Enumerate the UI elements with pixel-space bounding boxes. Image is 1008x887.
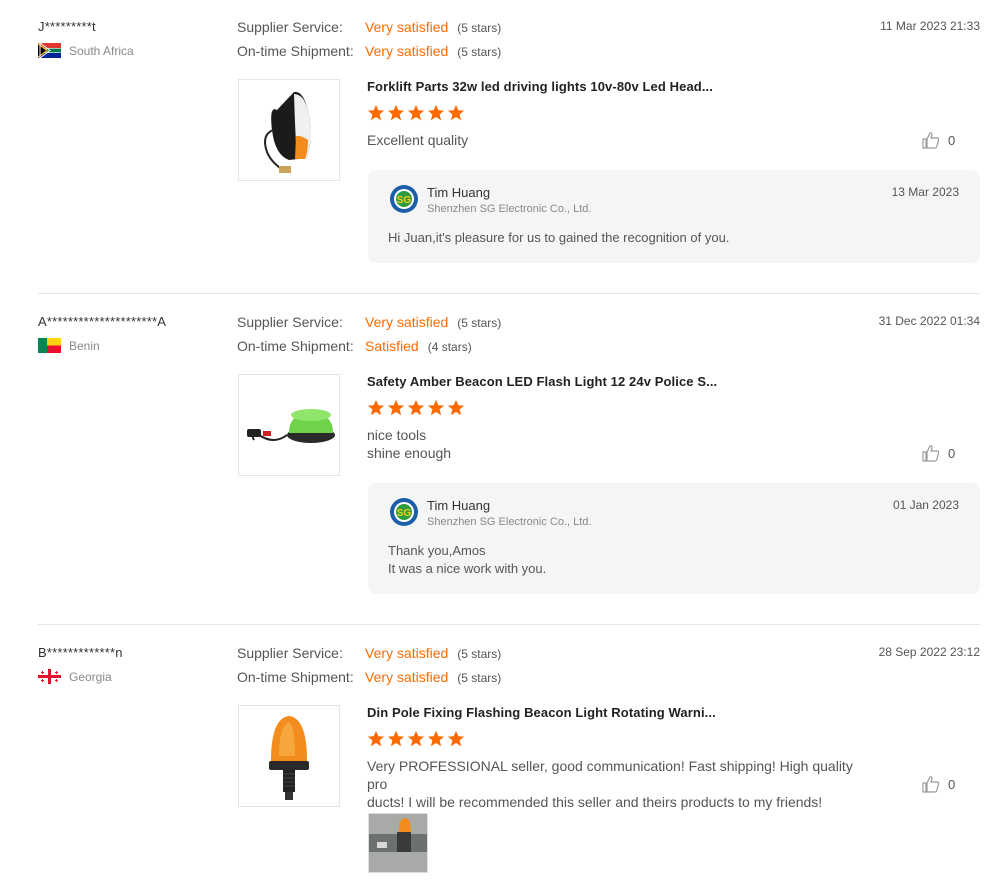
comment-line: Very PROFESSIONAL seller, good communica…	[367, 758, 853, 792]
reviewer-name: B*************n	[38, 645, 123, 660]
shipment-rating: On-time Shipment: Very satisfied (5 star…	[237, 669, 501, 685]
supplier-service-stars: (5 stars)	[457, 647, 502, 661]
shipment-value: Very satisfied	[365, 669, 449, 685]
comment-line: ducts! I will be recommended this seller…	[367, 794, 823, 810]
supplier-service-rating: Supplier Service: Very satisfied (5 star…	[237, 645, 501, 661]
country-label: Georgia	[69, 669, 112, 684]
star-icon	[367, 730, 385, 747]
shipment-stars: (5 stars)	[457, 671, 502, 685]
product-title-link[interactable]: Din Pole Fixing Flashing Beacon Light Ro…	[367, 705, 716, 720]
review-card: B*************n Georgia Supplier Service…	[0, 0, 1008, 887]
shipment-label: On-time Shipment:	[237, 669, 354, 685]
like-count: 0	[948, 776, 956, 792]
supplier-service-label: Supplier Service:	[237, 645, 343, 661]
like-button[interactable]: 0	[922, 775, 955, 793]
star-rating	[367, 730, 465, 748]
star-icon	[407, 730, 425, 747]
star-icon	[447, 730, 465, 747]
reviewer-country: Georgia	[38, 669, 112, 684]
review-photo-thumbnail[interactable]	[368, 813, 428, 873]
product-thumbnail[interactable]	[238, 705, 340, 807]
georgia-flag-icon	[38, 669, 61, 684]
supplier-service-value: Very satisfied	[365, 645, 449, 661]
star-icon	[427, 730, 445, 747]
review-date: 28 Sep 2022 23:12	[878, 645, 980, 659]
thumbs-up-icon	[922, 776, 940, 793]
star-icon	[387, 730, 405, 747]
review-comment: Very PROFESSIONAL seller, good communica…	[367, 757, 867, 811]
